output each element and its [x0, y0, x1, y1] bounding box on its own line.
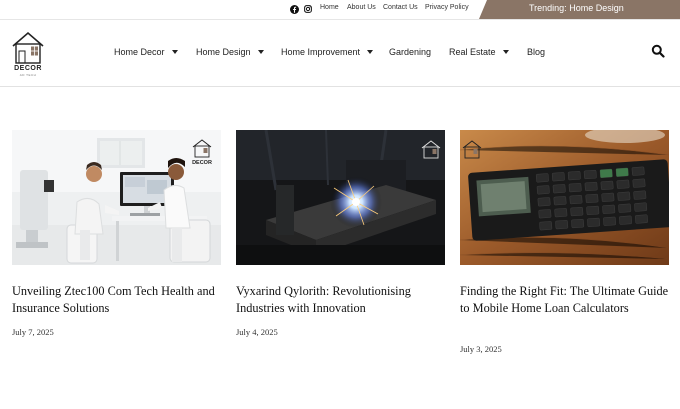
search-icon	[651, 44, 665, 58]
chevron-down-icon	[367, 50, 374, 54]
welding-image	[236, 130, 445, 265]
facebook-icon[interactable]	[288, 3, 300, 15]
post-date: July 7, 2025	[12, 327, 54, 337]
logo-tagline: AD TECH	[19, 73, 37, 77]
nav-label: Gardening	[389, 47, 432, 57]
post-thumbnail[interactable]	[460, 130, 669, 265]
post-date: July 3, 2025	[460, 344, 502, 354]
nav-label: Real Estate	[449, 47, 496, 57]
nav-item-gardening[interactable]: Gardening	[389, 47, 431, 57]
top-link-contact[interactable]: Contact Us	[383, 4, 418, 11]
nav-item-home-design[interactable]: Home Design	[196, 47, 264, 57]
top-link-privacy[interactable]: Privacy Policy	[425, 4, 469, 11]
logo-brand: DECOR	[14, 65, 42, 72]
chevron-down-icon	[257, 50, 264, 54]
chevron-down-icon	[502, 50, 509, 54]
post-title[interactable]: Vyxarind Qylorith: Revolutionising Indus…	[236, 283, 451, 317]
site-header: DECOR AD TECH Home Decor Home Design Hom…	[0, 19, 680, 87]
medical-office-image: DECOR	[12, 130, 221, 265]
site-logo[interactable]: DECOR AD TECH	[10, 30, 46, 77]
nav-item-real-estate[interactable]: Real Estate	[449, 47, 509, 57]
post-title[interactable]: Unveiling Ztec100 Com Tech Health and In…	[12, 283, 227, 317]
post-date: July 4, 2025	[236, 327, 278, 337]
logo-house-icon	[12, 31, 44, 64]
search-button[interactable]	[651, 44, 667, 60]
post-title[interactable]: Finding the Right Fit: The Ultimate Guid…	[460, 283, 675, 317]
top-bar: Home About Us Contact Us Privacy Policy …	[0, 0, 680, 19]
chevron-down-icon	[171, 50, 178, 54]
nav-item-blog[interactable]: Blog	[527, 47, 545, 57]
top-link-about[interactable]: About Us	[347, 4, 376, 11]
trending-banner[interactable]: Trending: Home Design	[479, 0, 680, 19]
trending-label: Trending: Home Design	[529, 3, 624, 13]
post-thumbnail[interactable]	[236, 130, 445, 265]
instagram-icon[interactable]	[302, 3, 314, 15]
nav-item-home-improvement[interactable]: Home Improvement	[281, 47, 374, 57]
post-thumbnail[interactable]: DECOR	[12, 130, 221, 265]
nav-label: Home Design	[196, 47, 251, 57]
nav-label: Home Decor	[114, 47, 165, 57]
nav-label: Home Improvement	[281, 47, 361, 57]
top-link-home[interactable]: Home	[320, 4, 339, 11]
nav-label: Blog	[527, 47, 546, 57]
calculator-image	[460, 130, 669, 265]
svg-text:DECOR: DECOR	[192, 160, 212, 166]
nav-item-home-decor[interactable]: Home Decor	[114, 47, 178, 57]
